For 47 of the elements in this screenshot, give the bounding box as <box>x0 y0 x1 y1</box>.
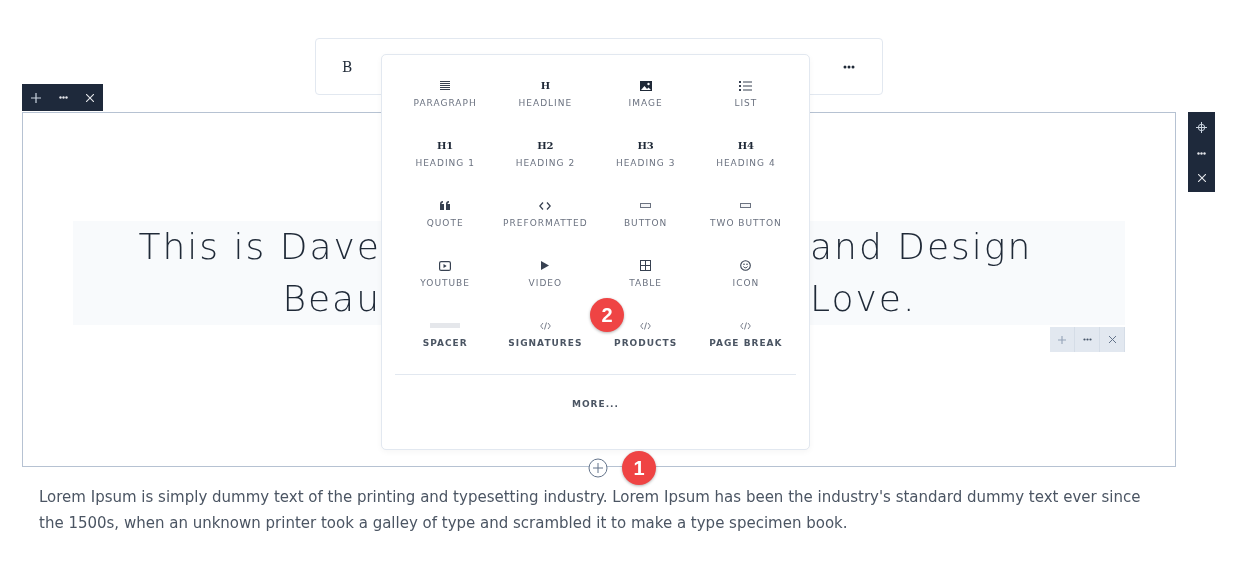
code-icon <box>740 321 752 330</box>
more-icon[interactable] <box>843 64 855 69</box>
menu-item[interactable]: ICON <box>732 259 760 297</box>
menu-item[interactable]: PARAGRAPH <box>413 79 477 117</box>
menu-item[interactable]: LIST <box>734 79 758 117</box>
menu-item[interactable]: TWO BUTTON <box>710 199 782 237</box>
play-icon <box>541 261 550 270</box>
menu-item[interactable]: TABLE <box>629 259 663 297</box>
code-icon <box>539 201 552 210</box>
move-icon[interactable] <box>1196 121 1207 133</box>
quote-icon <box>440 201 451 210</box>
code-icon <box>539 321 551 330</box>
video-player-icon <box>439 260 452 271</box>
menu-item[interactable]: PREFORMATTED <box>503 199 588 237</box>
menu-item[interactable]: YOUTUBE <box>420 259 470 297</box>
menu-item[interactable]: H3 HEADING 3 <box>615 139 676 177</box>
code-icon <box>640 321 652 330</box>
add-block-icon[interactable] <box>588 458 608 478</box>
heading-text: Love. <box>810 277 918 321</box>
add-icon[interactable] <box>31 92 41 103</box>
menu-item[interactable]: BUTTON <box>623 199 668 237</box>
menu-item[interactable]: H1 HEADING 1 <box>415 139 475 177</box>
step-badge: 1 <box>622 451 656 485</box>
table-icon <box>640 260 652 271</box>
heading-text: and Design <box>810 225 1034 269</box>
menu-item[interactable]: H2 HEADING 2 <box>515 139 576 177</box>
menu-item[interactable]: SPACER <box>422 319 468 357</box>
menu-item[interactable]: SIGNATURES <box>508 319 583 357</box>
button-icon <box>640 203 652 208</box>
menu-item[interactable]: H HEADLINE <box>518 79 573 117</box>
menu-item[interactable]: IMAGE <box>628 79 663 117</box>
bold-button[interactable]: B <box>338 56 357 77</box>
spacer-icon <box>430 323 461 328</box>
body-paragraph: Lorem Ipsum is simply dummy text of the printing and typesetting industry. Lorem Ipsum has been the industry's standard dummy text ever since the 1500s, when an unknown printer took a galley of type and scrambled it to make a type specimen book. <box>39 487 1142 534</box>
button-icon <box>740 203 752 208</box>
menu-item[interactable]: VIDEO <box>528 259 563 297</box>
more-button[interactable]: MORE... <box>566 398 625 410</box>
menu-item[interactable]: PAGE BREAK <box>709 319 783 357</box>
menu-item[interactable]: H4 HEADING 4 <box>716 139 776 177</box>
heading-text: Beau <box>281 277 381 321</box>
more-icon[interactable] <box>1082 338 1092 341</box>
heading-text: This is Dave <box>137 225 381 269</box>
paragraph-icon <box>440 81 451 90</box>
list-icon <box>739 80 753 91</box>
menu-item[interactable]: QUOTE <box>426 199 464 237</box>
image-icon <box>639 80 652 91</box>
smiley-icon <box>740 260 752 271</box>
